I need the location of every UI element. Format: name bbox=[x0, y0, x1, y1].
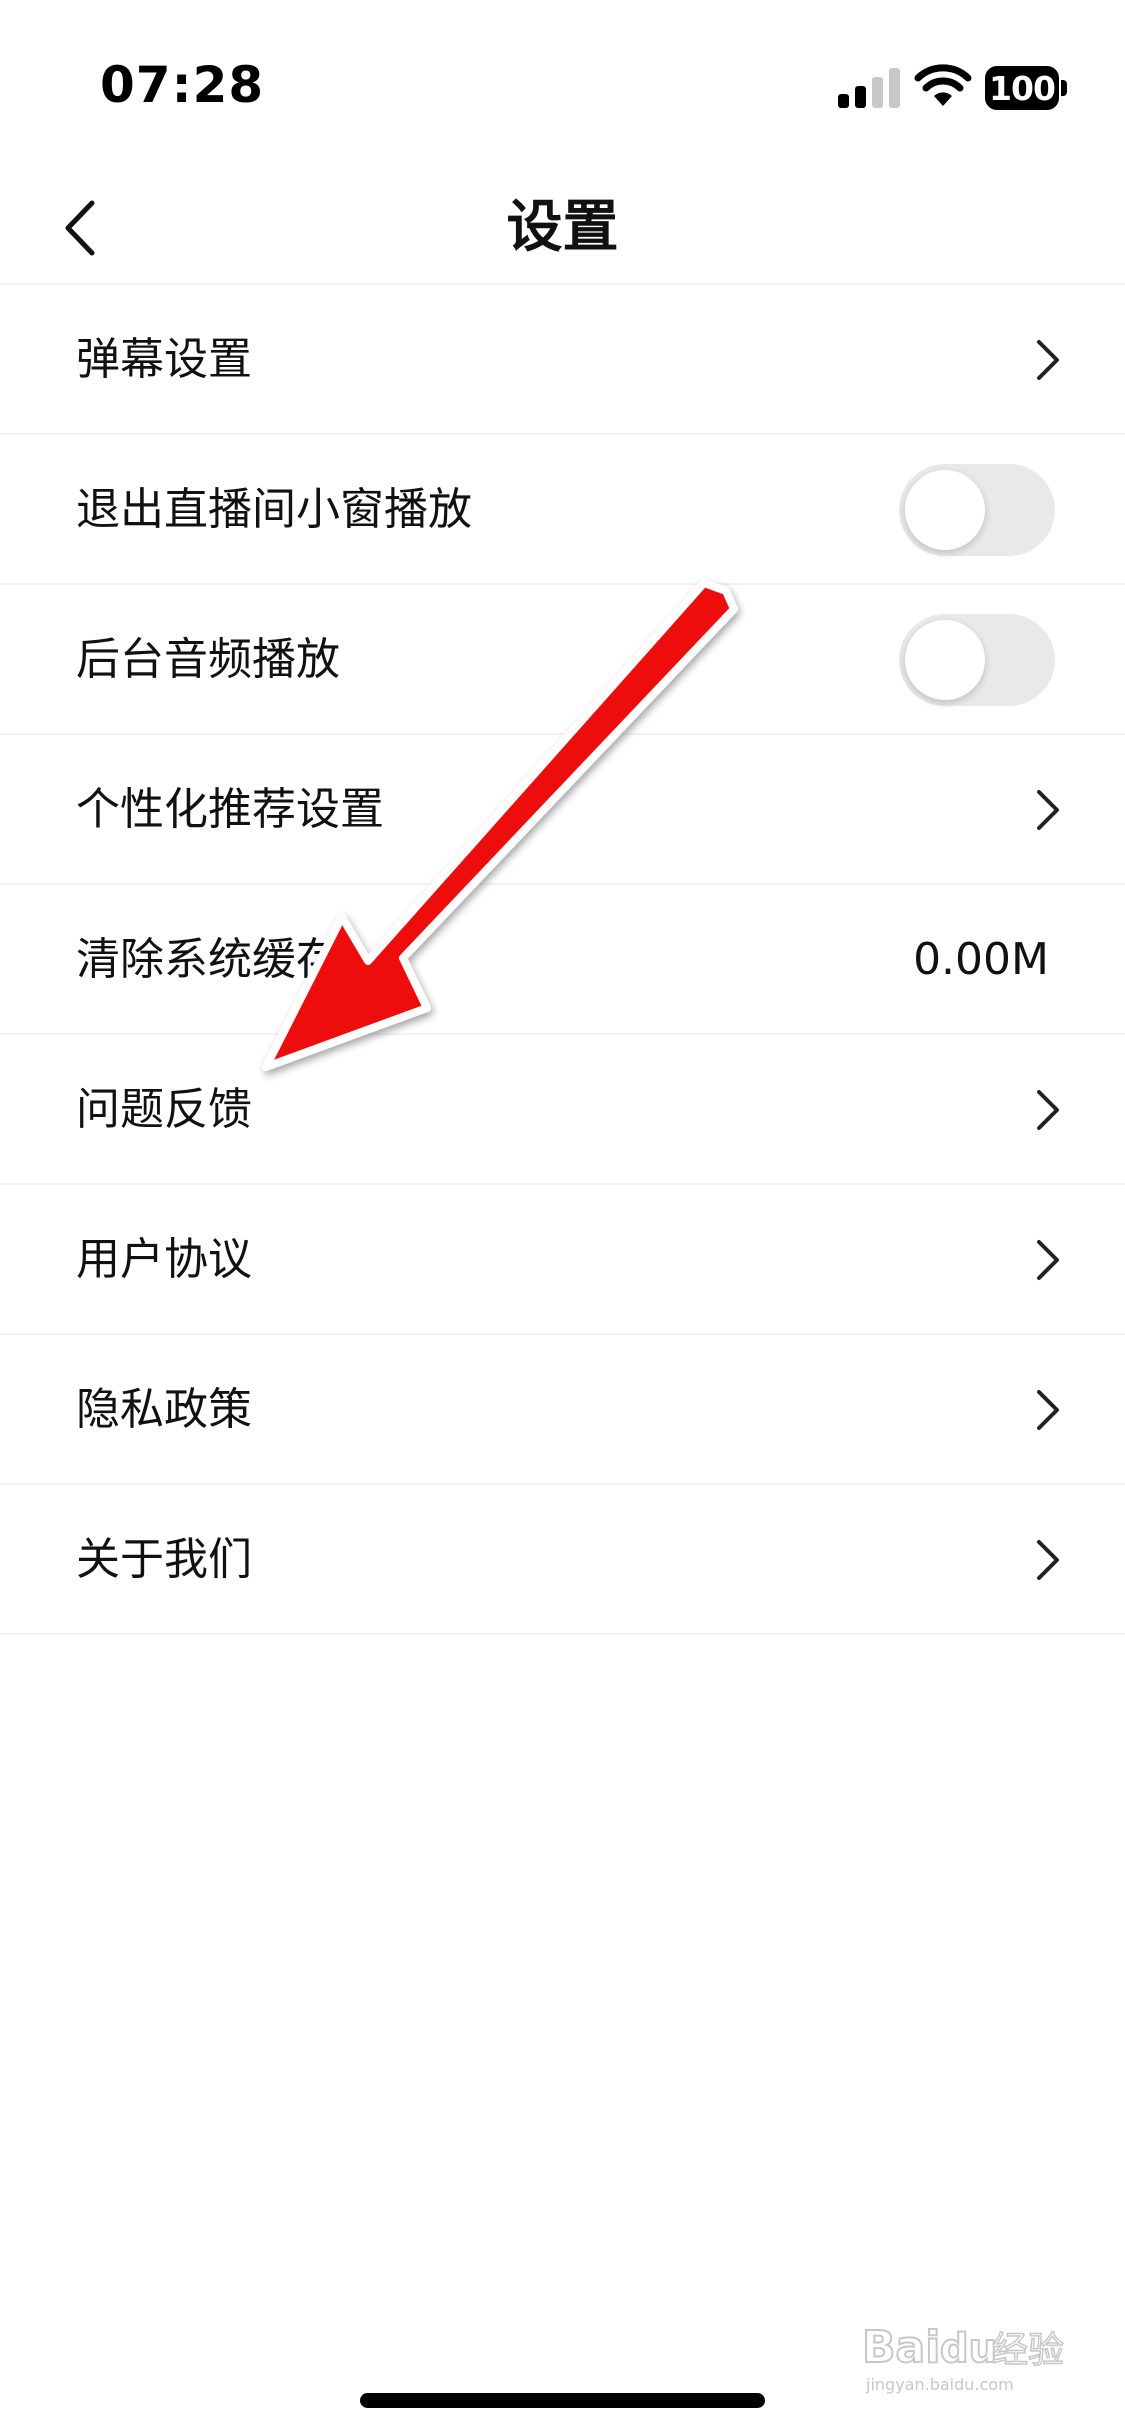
battery-level: 100 bbox=[985, 66, 1059, 110]
settings-item-label: 问题反馈 bbox=[76, 1084, 252, 1135]
pip-toggle[interactable] bbox=[899, 464, 1055, 556]
baidu-jingyan-watermark: Bai du 经验 jingyan.baidu.com bbox=[861, 2321, 1065, 2394]
status-time: 07:28 bbox=[100, 56, 265, 114]
chevron-left-icon bbox=[65, 200, 95, 255]
settings-item-clear-cache[interactable]: 清除系统缓存 0.00M bbox=[0, 885, 1125, 1035]
settings-item-background-audio: 后台音频播放 bbox=[0, 585, 1125, 735]
settings-list: 弹幕设置 退出直播间小窗播放 后台音频播放 个性化推荐设置 清除系统缓存 0.0… bbox=[0, 285, 1125, 1635]
battery-icon: 100 bbox=[985, 66, 1067, 110]
watermark-suffix: du bbox=[940, 2326, 997, 2372]
settings-item-label: 清除系统缓存 bbox=[76, 934, 340, 985]
chevron-right-icon bbox=[1037, 1540, 1059, 1580]
back-button[interactable] bbox=[40, 170, 120, 285]
chevron-right-icon bbox=[1037, 1240, 1059, 1280]
toggle-knob bbox=[905, 470, 985, 550]
page-title: 设置 bbox=[506, 195, 619, 260]
settings-item-personalized-recommendation[interactable]: 个性化推荐设置 bbox=[0, 735, 1125, 885]
settings-item-pip-on-exit: 退出直播间小窗播放 bbox=[0, 435, 1125, 585]
settings-item-label: 关于我们 bbox=[76, 1534, 252, 1585]
home-indicator[interactable] bbox=[360, 2393, 765, 2408]
watermark-tagline: 经验 bbox=[992, 2330, 1064, 2371]
settings-item-privacy-policy[interactable]: 隐私政策 bbox=[0, 1335, 1125, 1485]
status-bar: 07:28 100 bbox=[0, 0, 1125, 170]
cache-size-value: 0.00M bbox=[913, 934, 1049, 985]
chevron-right-icon bbox=[1037, 340, 1059, 380]
cellular-signal-icon bbox=[838, 68, 900, 108]
settings-item-feedback[interactable]: 问题反馈 bbox=[0, 1035, 1125, 1185]
settings-item-label: 退出直播间小窗播放 bbox=[76, 484, 472, 535]
navigation-bar: 设置 bbox=[0, 170, 1125, 285]
background-audio-toggle[interactable] bbox=[899, 614, 1055, 706]
settings-item-label: 用户协议 bbox=[76, 1234, 252, 1285]
settings-item-label: 后台音频播放 bbox=[76, 634, 340, 685]
battery-cap bbox=[1061, 80, 1067, 96]
chevron-right-icon bbox=[1037, 790, 1059, 830]
wifi-icon bbox=[914, 64, 972, 106]
settings-item-about-us[interactable]: 关于我们 bbox=[0, 1485, 1125, 1635]
settings-item-label: 弹幕设置 bbox=[76, 334, 252, 385]
toggle-knob bbox=[905, 620, 985, 700]
watermark-url: jingyan.baidu.com bbox=[865, 2375, 1014, 2394]
settings-item-label: 隐私政策 bbox=[76, 1384, 252, 1435]
settings-screen: 07:28 100 设置 弹幕设置 退出直播间小窗播放 后台音频播放 个性化推荐… bbox=[0, 0, 1125, 2436]
chevron-right-icon bbox=[1037, 1090, 1059, 1130]
settings-item-label: 个性化推荐设置 bbox=[76, 784, 384, 835]
watermark-brand: Bai bbox=[862, 2322, 940, 2373]
settings-item-user-agreement[interactable]: 用户协议 bbox=[0, 1185, 1125, 1335]
chevron-right-icon bbox=[1037, 1390, 1059, 1430]
settings-item-danmaku[interactable]: 弹幕设置 bbox=[0, 285, 1125, 435]
